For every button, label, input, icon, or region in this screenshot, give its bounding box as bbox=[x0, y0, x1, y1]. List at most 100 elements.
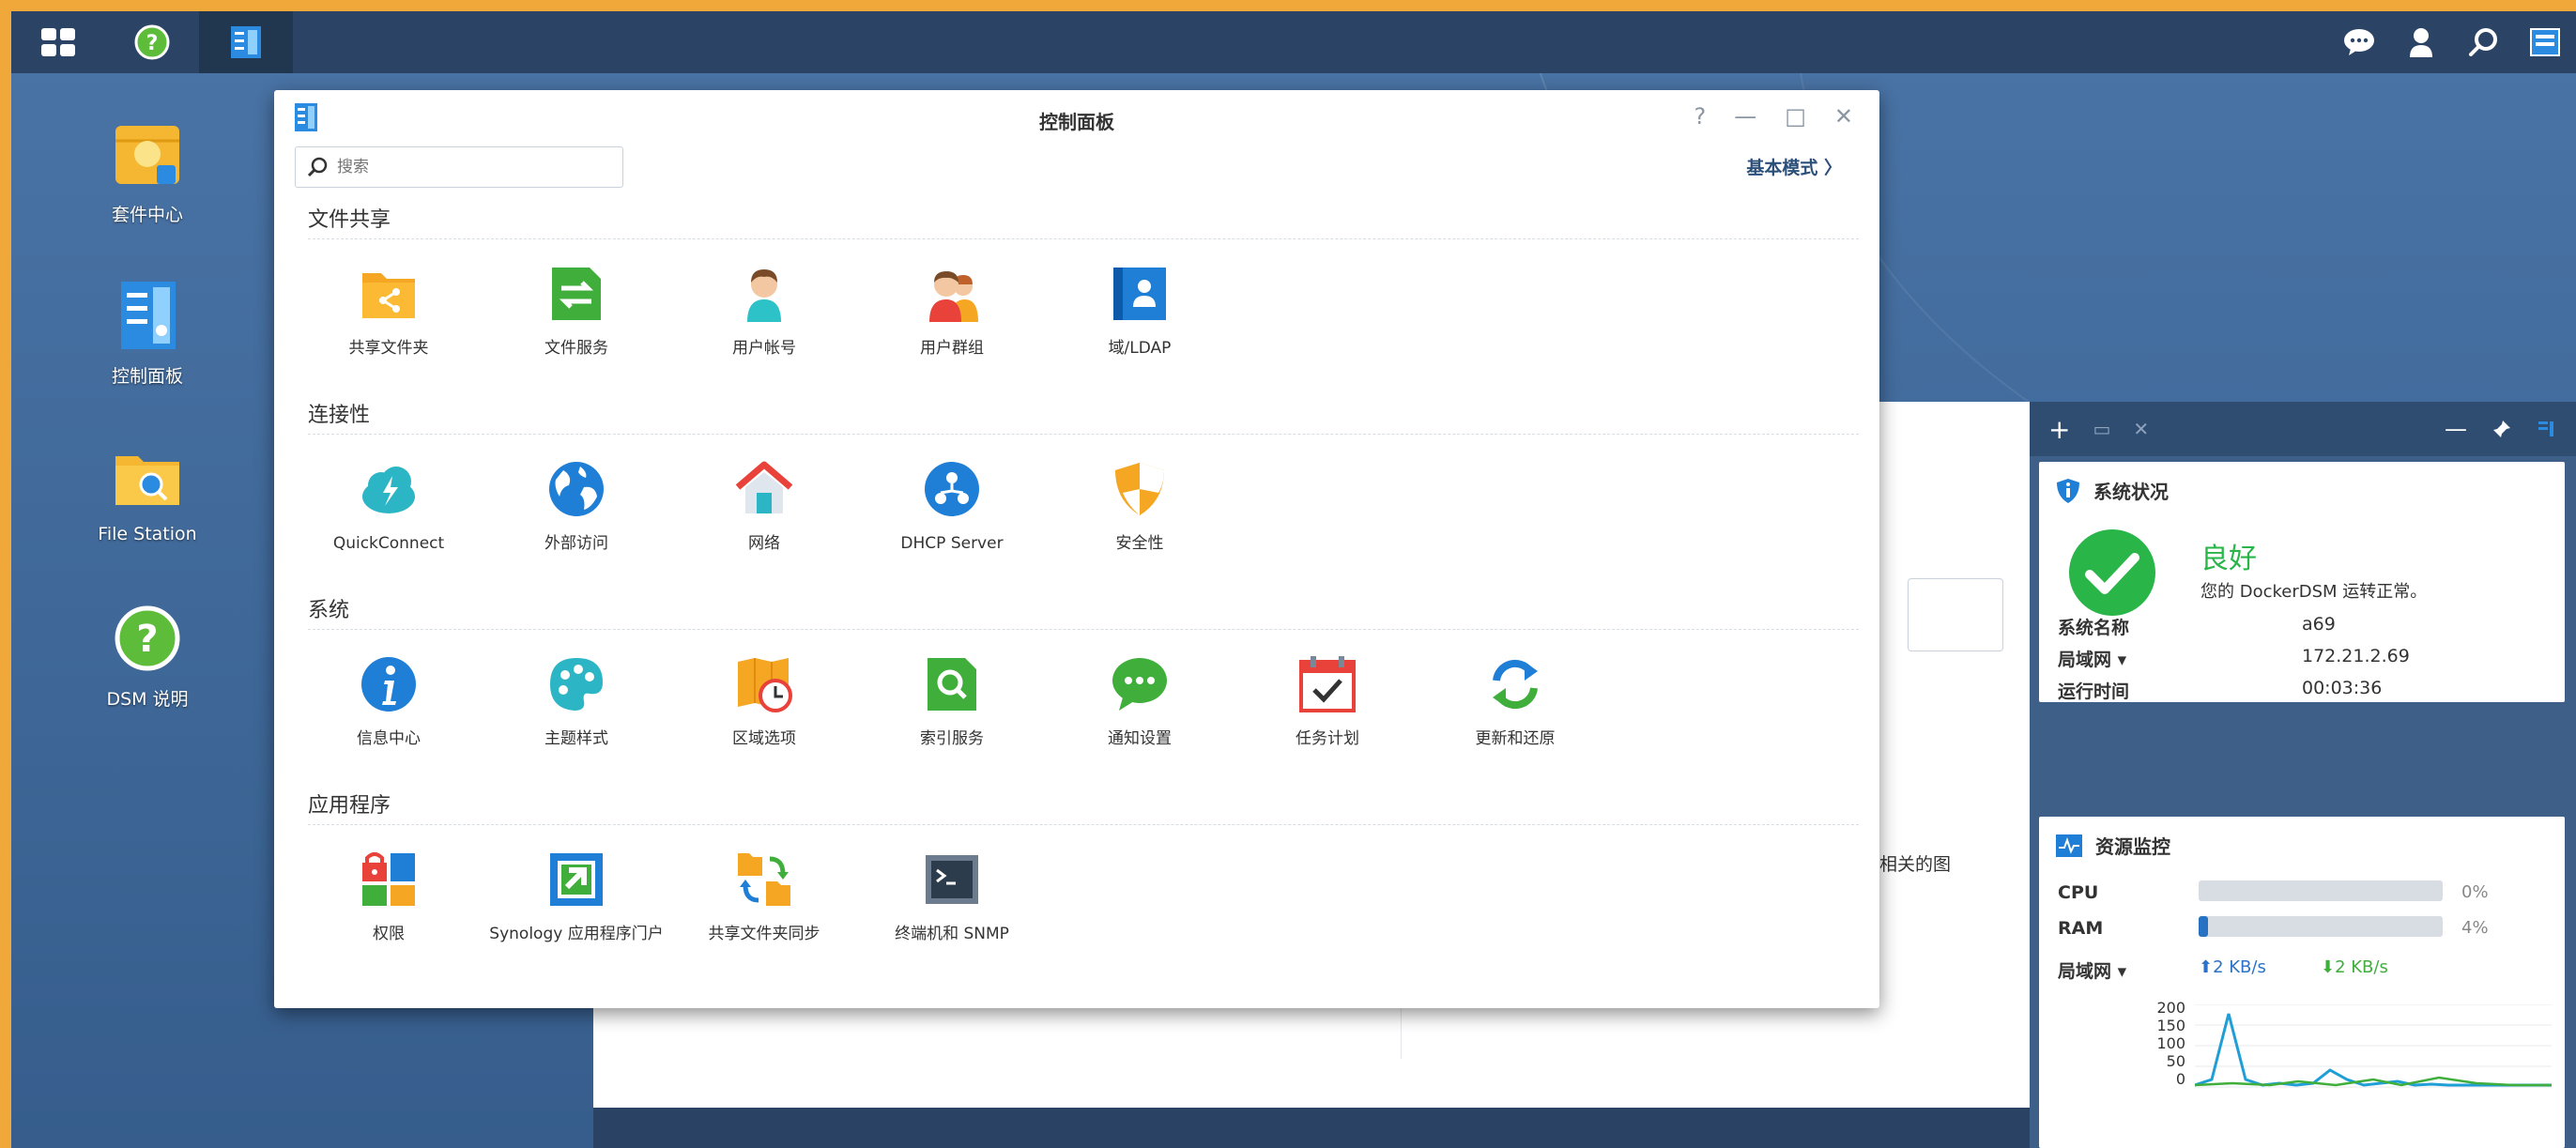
window-close-button[interactable]: ✕ bbox=[1834, 103, 1853, 130]
chat-bubble-icon bbox=[2344, 29, 2374, 55]
taskbar: ? bbox=[11, 11, 2576, 73]
widget-title: 资源监控 bbox=[2095, 835, 2170, 858]
widget-toolbar: + ▭ ✕ — bbox=[2030, 402, 2576, 456]
folder-search-icon bbox=[115, 456, 179, 505]
cp-item-label: 更新和还原 bbox=[1475, 729, 1556, 748]
cp-item-label: 共享文件夹同步 bbox=[708, 925, 820, 943]
widget-layout-button[interactable]: ▭ bbox=[2093, 418, 2110, 440]
status-value: 00:03:36 bbox=[2302, 678, 2383, 698]
cp-item-label: 权限 bbox=[373, 925, 405, 943]
cp-item-label: 用户群组 bbox=[920, 339, 984, 358]
cp-item-notification[interactable]: 通知设置 bbox=[1046, 654, 1234, 750]
cp-item-label: Synology 应用程序门户 bbox=[489, 925, 664, 943]
shield-info-icon bbox=[2057, 478, 2079, 503]
chart-tick: 150 bbox=[2156, 1017, 2185, 1034]
window-minimize-button[interactable]: — bbox=[1734, 103, 1756, 130]
basic-mode-link[interactable]: 基本模式 〉 bbox=[1746, 154, 1842, 179]
calendar-check-icon bbox=[1299, 656, 1356, 712]
desktop-icon-control-panel[interactable]: 控制面板 bbox=[77, 278, 218, 388]
widget-close-button[interactable]: ✕ bbox=[2133, 418, 2149, 440]
cp-item-label: 共享文件夹 bbox=[348, 339, 429, 358]
lan-dropdown[interactable]: 局域网 ▾ bbox=[2058, 646, 2126, 671]
background-text: 相关的图 bbox=[1879, 854, 1952, 875]
desktop-icon-dsm-help[interactable]: ? DSM 说明 bbox=[77, 601, 218, 711]
user-icon bbox=[747, 269, 781, 322]
desktop-icon-package-center[interactable]: 套件中心 bbox=[77, 116, 218, 226]
chart-tick: 100 bbox=[2156, 1034, 2185, 1052]
notifications-button[interactable] bbox=[2328, 11, 2390, 73]
window-help-button[interactable]: ? bbox=[1694, 103, 1706, 130]
window-title: 控制面板 bbox=[1039, 111, 1114, 133]
cp-item-label: 通知设置 bbox=[1108, 729, 1172, 748]
cp-item-domain-ldap[interactable]: 域/LDAP bbox=[1046, 264, 1234, 360]
cp-item-privileges[interactable]: 权限 bbox=[295, 850, 483, 945]
cp-item-dhcp-server[interactable]: DHCP Server bbox=[858, 459, 1046, 555]
cp-item-indexing-service[interactable]: 索引服务 bbox=[858, 654, 1046, 750]
section-divider bbox=[308, 629, 1859, 630]
add-widget-button[interactable]: + bbox=[2048, 414, 2070, 445]
search-input[interactable] bbox=[335, 157, 602, 177]
ram-label: RAM bbox=[2058, 918, 2104, 939]
cp-item-external-access[interactable]: 外部访问 bbox=[483, 459, 670, 555]
section-title-applications: 应用程序 bbox=[308, 794, 391, 818]
search-box[interactable] bbox=[295, 146, 623, 188]
cp-item-network[interactable]: 网络 bbox=[670, 459, 858, 555]
palette-icon bbox=[550, 658, 603, 711]
resource-monitor-widget: 资源监控 CPU 0% RAM 4% 局域网 ▾ ⬆2 KB/s ⬇2 KB/s… bbox=[2039, 817, 2565, 1148]
user-icon bbox=[2410, 28, 2432, 57]
widget-toggle-icon[interactable] bbox=[2537, 420, 2555, 438]
desktop-icon-file-station[interactable]: File Station bbox=[77, 439, 218, 544]
cp-item-file-services[interactable]: 文件服务 bbox=[483, 264, 670, 360]
main-menu-button[interactable] bbox=[11, 11, 105, 73]
ram-percent: 4% bbox=[2461, 918, 2489, 938]
search-button[interactable] bbox=[2452, 11, 2514, 73]
status-key: 系统名称 bbox=[2058, 618, 2130, 638]
widgets-button[interactable] bbox=[2514, 11, 2576, 73]
taskbar-help-button[interactable]: ? bbox=[105, 11, 199, 73]
cp-item-update-restore[interactable]: 更新和还原 bbox=[1421, 654, 1609, 750]
cp-item-label: 用户帐号 bbox=[732, 339, 796, 358]
help-icon: ? bbox=[134, 24, 170, 60]
cp-item-info-center[interactable]: 信息中心 bbox=[295, 654, 483, 750]
network-dropdown[interactable]: 局域网 ▾ bbox=[2058, 957, 2126, 983]
quickconnect-icon bbox=[362, 467, 415, 513]
cp-item-label: 终端机和 SNMP bbox=[895, 925, 1009, 943]
chart-tick: 0 bbox=[2175, 1070, 2185, 1088]
cp-item-label: 信息中心 bbox=[357, 729, 421, 748]
cp-item-label: 索引服务 bbox=[920, 729, 984, 748]
status-value: a69 bbox=[2302, 614, 2336, 635]
taskbar-control-panel-button[interactable] bbox=[199, 11, 293, 73]
cp-item-label: 主题样式 bbox=[544, 729, 608, 748]
cp-item-task-scheduler[interactable]: 任务计划 bbox=[1234, 654, 1421, 750]
download-speed: ⬇2 KB/s bbox=[2321, 957, 2388, 977]
pin-icon[interactable] bbox=[2492, 419, 2512, 439]
shared-folder-icon bbox=[362, 273, 415, 318]
cp-item-shared-folder-sync[interactable]: 共享文件夹同步 bbox=[670, 850, 858, 945]
cp-item-regional-options[interactable]: 区域选项 bbox=[670, 654, 858, 750]
cp-item-user-account[interactable]: 用户帐号 bbox=[670, 264, 858, 360]
widget-minimize-button[interactable]: — bbox=[2445, 416, 2467, 442]
cp-item-user-group[interactable]: 用户群组 bbox=[858, 264, 1046, 360]
window-titlebar[interactable]: 控制面板 ? — □ ✕ bbox=[274, 90, 1879, 146]
window-maximize-button[interactable]: □ bbox=[1785, 103, 1806, 130]
system-status-widget: 系统状况 良好 您的 DockerDSM 运转正常。 系统名称 a69 局域网 ▾… bbox=[2039, 462, 2565, 702]
cp-item-label: 网络 bbox=[748, 534, 780, 553]
desktop-icon-label: 套件中心 bbox=[111, 205, 183, 225]
cp-item-shared-folder[interactable]: 共享文件夹 bbox=[295, 264, 483, 360]
cp-item-quickconnect[interactable]: QuickConnect bbox=[295, 459, 483, 555]
ram-bar-fill bbox=[2199, 916, 2209, 937]
package-center-icon bbox=[115, 126, 179, 184]
status-value: 172.21.2.69 bbox=[2302, 646, 2410, 666]
folder-sync-icon bbox=[738, 853, 790, 906]
status-state: 良好 bbox=[2200, 543, 2257, 575]
cp-item-terminal-snmp[interactable]: 终端机和 SNMP bbox=[858, 850, 1046, 945]
notification-bubble-icon bbox=[1112, 658, 1167, 711]
section-divider bbox=[308, 238, 1859, 239]
cp-item-theme[interactable]: 主题样式 bbox=[483, 654, 670, 750]
app-portal-icon bbox=[550, 853, 603, 906]
user-options-button[interactable] bbox=[2390, 11, 2452, 73]
cp-item-security[interactable]: 安全性 bbox=[1046, 459, 1234, 555]
cp-item-app-portal[interactable]: Synology 应用程序门户 bbox=[483, 850, 670, 945]
cp-item-label: 域/LDAP bbox=[1108, 339, 1172, 358]
desktop-icon-label: DSM 说明 bbox=[106, 689, 189, 710]
